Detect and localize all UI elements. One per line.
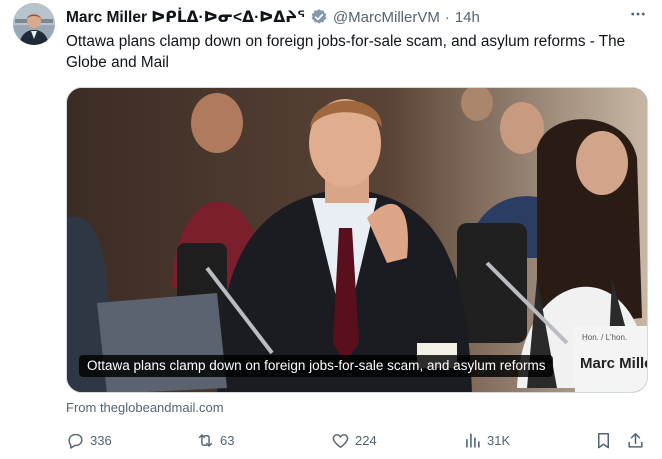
news-photo: Hon. / L'hon. Marc Mille (67, 88, 648, 392)
reply-button[interactable]: 336 (66, 428, 112, 452)
separator-dot: · (444, 8, 450, 26)
share-icon (628, 432, 643, 448)
media-card[interactable]: Hon. / L'hon. Marc Mille Ottawa plans cl… (66, 87, 648, 393)
bookmark-button[interactable] (594, 428, 613, 452)
media-caption: Ottawa plans clamp down on foreign jobs-… (79, 355, 554, 377)
repost-icon (198, 433, 213, 447)
reply-count: 336 (90, 432, 112, 448)
bookmark-icon (597, 432, 610, 448)
views-button[interactable]: 31K (463, 428, 510, 452)
repost-button[interactable]: 63 (196, 428, 234, 452)
like-count: 224 (355, 432, 377, 448)
timestamp[interactable]: 14h (455, 9, 480, 26)
author-name[interactable]: Marc Miller ᐅᑭᒫᐃ·ᐅᓂ<ᐃ·ᐅᐃᔨᕐ (66, 8, 305, 27)
verified-badge-icon (310, 8, 328, 26)
nameplate-text: Marc Mille (580, 355, 648, 372)
link-source[interactable]: From theglobeandmail.com (66, 400, 224, 415)
action-bar: 336 63 224 31K (66, 428, 651, 452)
views-count: 31K (487, 432, 511, 448)
tweet-text: Ottawa plans clamp down on foreign jobs-… (66, 33, 626, 71)
avatar[interactable] (13, 3, 55, 45)
avatar-image (13, 3, 55, 45)
like-icon (332, 433, 349, 448)
reply-icon (68, 433, 83, 449)
more-icon[interactable] (626, 4, 650, 24)
nameplate-small-text: Hon. / L'hon. (582, 333, 627, 342)
tweet-header: Marc Miller ᐅᑭᒫᐃ·ᐅᓂ<ᐃ·ᐅᐃᔨᕐ @MarcMillerVM… (66, 6, 652, 28)
repost-count: 63 (220, 432, 235, 448)
share-button[interactable] (626, 428, 645, 452)
views-icon (466, 432, 480, 448)
like-button[interactable]: 224 (331, 428, 377, 452)
author-handle[interactable]: @MarcMillerVM (333, 9, 440, 26)
